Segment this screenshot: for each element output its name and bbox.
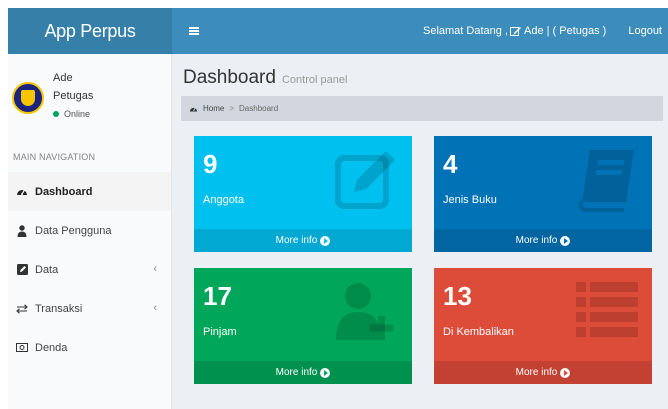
sidebar-item-label: Data [35,263,59,276]
money-icon [15,342,29,354]
more-info-link[interactable]: More info [194,361,412,384]
main-content: Dashboard Control panel Home > Dashboard… [172,54,668,409]
welcome-text: Selamat Datang , Ade | ( Petugas ) [423,25,606,37]
user-profile-link[interactable]: Ade | ( Petugas ) [524,25,606,37]
sidebar: Ade Petugas Online MAIN NAVIGATION Dashb… [8,54,172,409]
edit-icon [509,26,521,36]
sidebar-item-label: Data Pengguna [35,224,112,237]
stat-label: Di Kembalikan [443,326,514,338]
hamburger-icon [189,27,199,35]
sidebar-item-dashboard[interactable]: Dashboard [8,172,171,211]
page-subtitle: Control panel [281,74,348,86]
stat-box-di-kembalikan: 13 Di Kembalikan More info [434,268,652,384]
stat-value: 13 [443,281,472,311]
stat-box-pinjam: 17 Pinjam More info [194,268,412,384]
arrow-circle-right-icon [560,367,571,378]
chevron-left-icon: ‹ [153,263,157,275]
sidebar-item-label: Dashboard [35,185,93,198]
arrow-circle-right-icon [320,367,331,378]
stat-label: Anggota [203,194,244,206]
stat-label: Jenis Buku [443,194,497,206]
sidebar-item-transaksi[interactable]: Transaksi ‹ [8,289,171,328]
more-info-link[interactable]: More info [434,361,652,384]
status-text: Online [64,109,91,119]
app-logo[interactable]: App Perpus [8,8,172,54]
online-dot-icon [53,111,59,117]
chevron-left-icon: ‹ [153,302,157,314]
user-panel: Ade Petugas Online [8,54,171,138]
dashboard-icon [15,186,29,198]
sidebar-toggle-button[interactable] [180,8,208,54]
breadcrumb-separator: > [229,104,235,113]
user-icon [15,224,29,237]
user-name: Ade [53,72,73,84]
status-indicator: Online [53,105,93,123]
breadcrumb-current: Dashboard [239,104,279,113]
nav-header: MAIN NAVIGATION [13,152,96,162]
stat-box-anggota: 9 Anggota More info [194,136,412,252]
sidebar-item-denda[interactable]: Denda [8,328,171,367]
edit-icon [15,264,29,276]
exchange-icon [15,303,29,315]
more-info-label: More info [515,367,558,378]
arrow-circle-right-icon [320,235,331,246]
avatar [12,82,44,114]
more-info-label: More info [515,235,558,246]
sidebar-item-data-pengguna[interactable]: Data Pengguna [8,211,171,250]
dashboard-icon [189,107,198,112]
welcome-prefix: Selamat Datang , [422,25,508,37]
more-info-label: More info [275,367,318,378]
logout-link[interactable]: Logout [628,25,662,37]
more-info-link[interactable]: More info [434,229,652,252]
top-navbar: App Perpus Selamat Datang , Ade | ( Petu… [8,8,668,54]
stat-box-jenis-buku: 4 Jenis Buku More info [434,136,652,252]
book-icon [578,150,634,212]
breadcrumb: Home > Dashboard [181,96,663,121]
breadcrumb-home-link[interactable]: Home [203,104,224,113]
sidebar-item-data[interactable]: Data ‹ [8,250,171,289]
list-icon [576,282,638,337]
arrow-circle-right-icon [560,235,571,246]
stat-label: Pinjam [203,326,237,338]
more-info-label: More info [275,235,318,246]
edit-icon [335,151,395,209]
sidebar-item-label: Denda [35,341,68,354]
page-title: Dashboard [183,67,276,88]
stat-value: 17 [203,281,232,311]
stat-value: 4 [443,149,458,179]
user-plus-icon [336,283,394,340]
sidebar-item-label: Transaksi [35,302,83,315]
stat-value: 9 [203,149,218,179]
more-info-link[interactable]: More info [194,229,412,252]
user-role: Petugas [53,90,94,102]
